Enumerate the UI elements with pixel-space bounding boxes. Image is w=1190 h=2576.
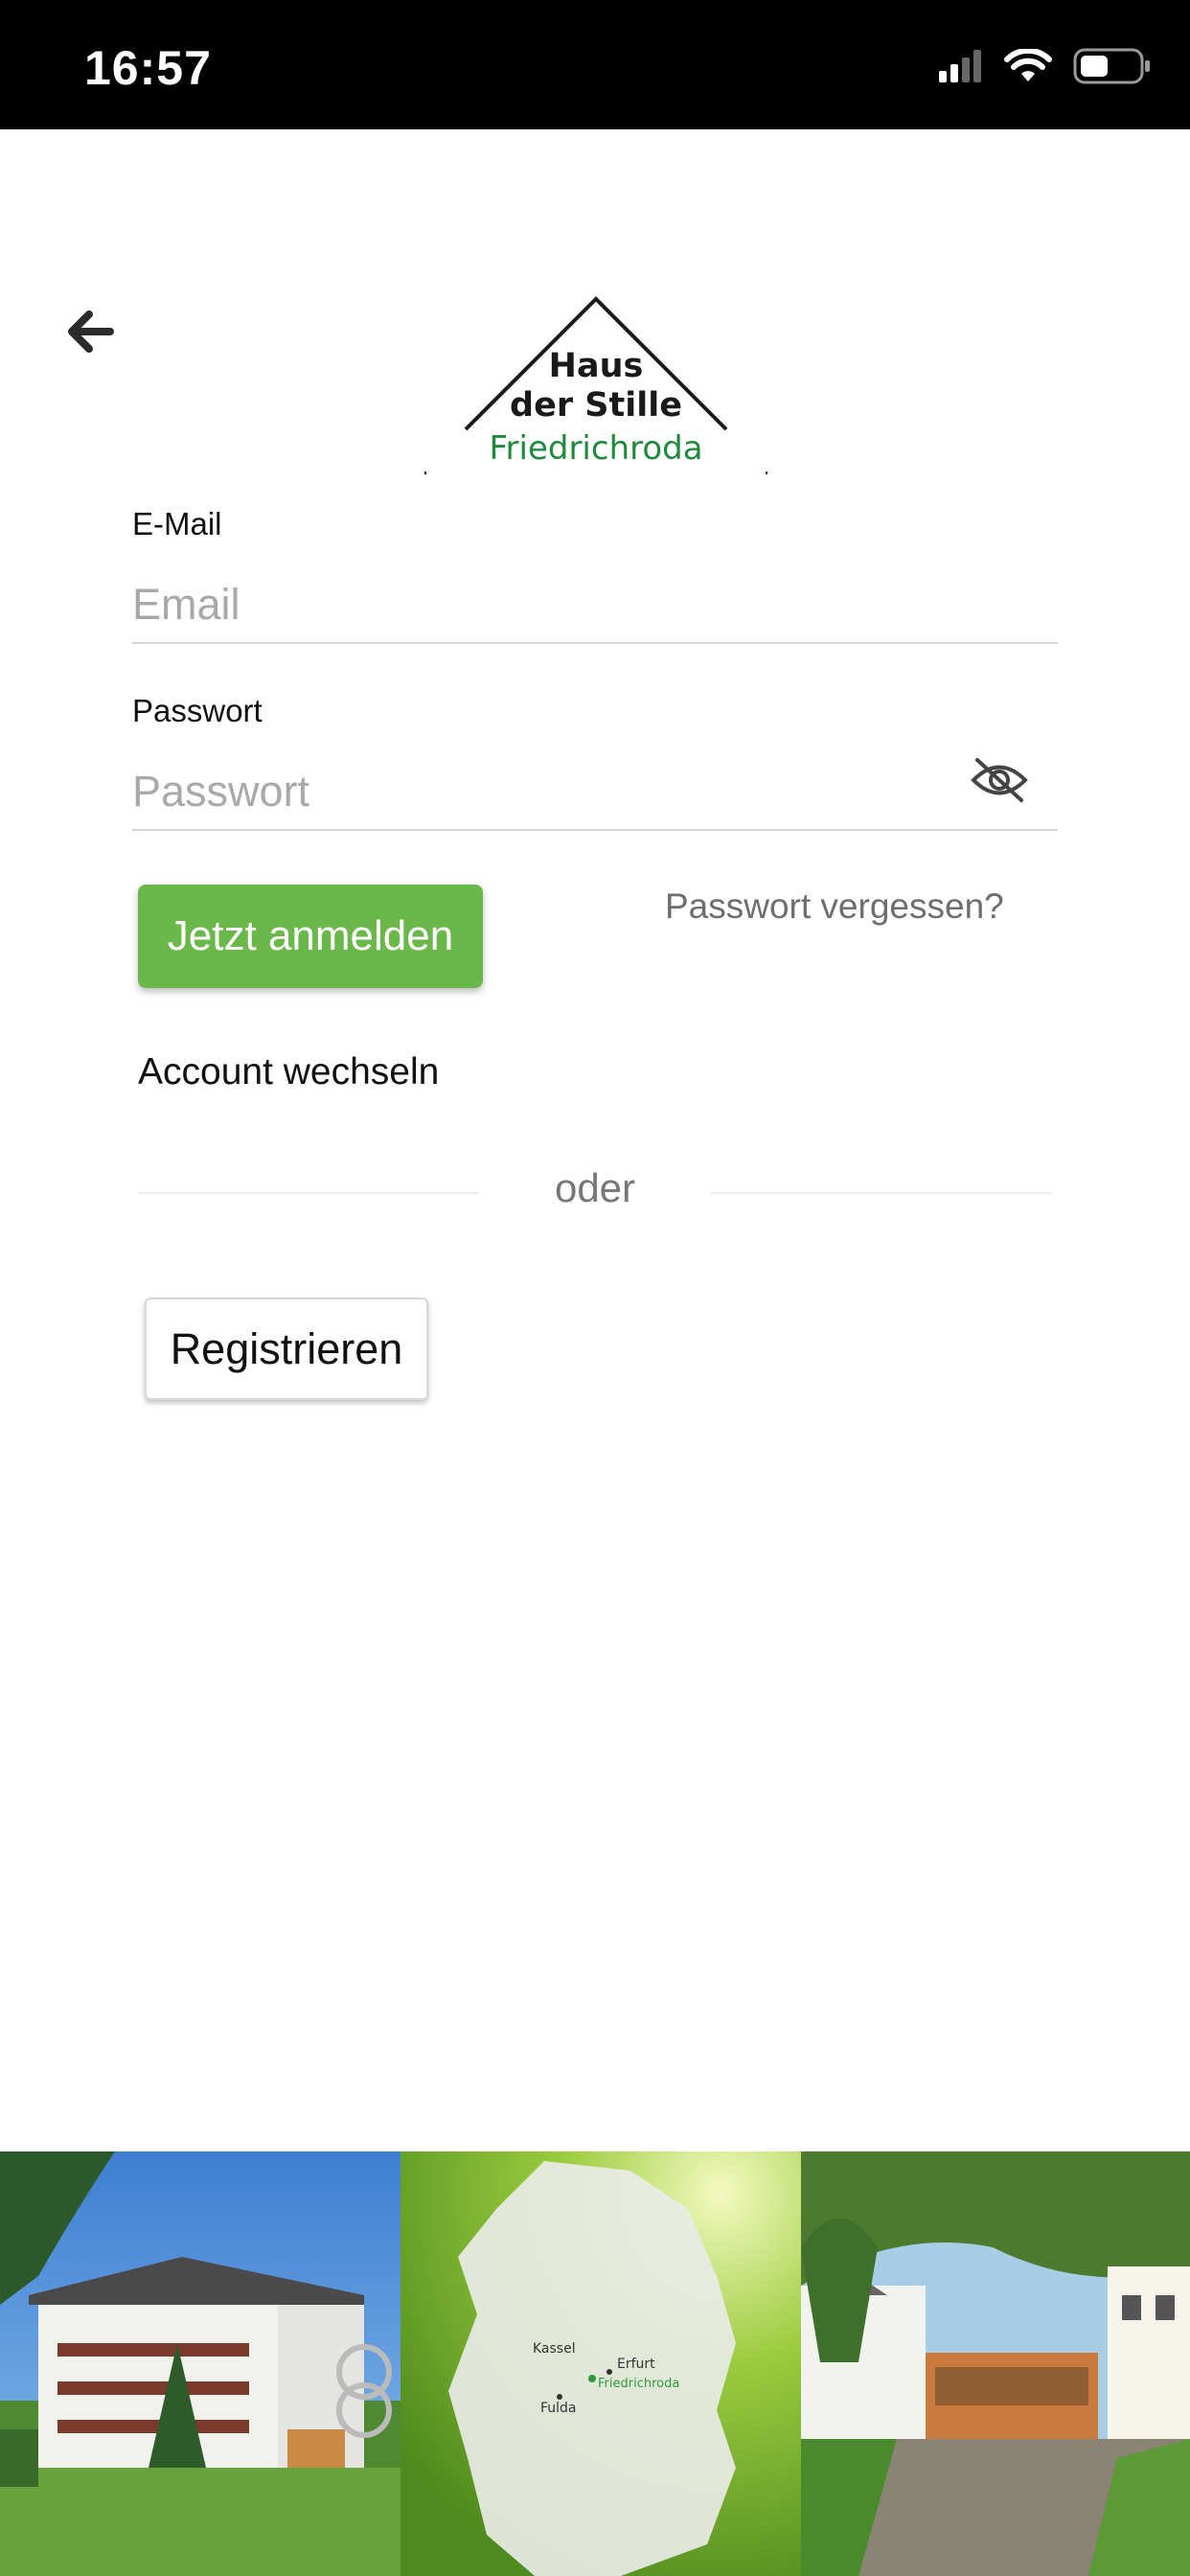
switch-account-link[interactable]: Account wechseln	[138, 1051, 439, 1093]
back-button[interactable]	[56, 300, 123, 367]
status-time: 16:57	[84, 41, 212, 95]
house-photo	[0, 2151, 400, 2576]
divider-line-right	[711, 1192, 1052, 1194]
password-visibility-toggle[interactable]	[968, 750, 1031, 814]
status-bar: 16:57	[0, 0, 1190, 129]
wifi-icon	[1004, 47, 1052, 87]
photo-strip: Kassel Erfurt Friedrichroda Fulda	[0, 2151, 1190, 2576]
battery-icon	[1073, 48, 1152, 88]
status-icons	[939, 47, 1152, 88]
logo-text-location: Friedrichroda	[489, 429, 703, 468]
map-city-kassel: Kassel	[533, 2341, 576, 2357]
divider-line-left	[138, 1192, 479, 1194]
password-label: Passwort	[132, 693, 263, 728]
map-city-friedrichroda: Friedrichroda	[598, 2377, 679, 2391]
logo-text-der-stille: der Stille	[510, 386, 682, 425]
arrow-left-icon	[64, 309, 114, 358]
divider-text: oder	[554, 1165, 636, 1210]
forgot-password-link[interactable]: Passwort vergessen?	[665, 886, 1004, 927]
signal-icon	[939, 50, 983, 86]
login-button[interactable]: Jetzt anmelden	[138, 885, 483, 988]
logo-text-haus: Haus	[548, 347, 644, 385]
map-city-fulda: Fulda	[540, 2401, 577, 2416]
email-label: E-Mail	[132, 506, 222, 541]
courtyard-photo	[801, 2151, 1190, 2576]
map-photo: Kassel Erfurt Friedrichroda Fulda	[400, 2151, 801, 2576]
password-field[interactable]	[132, 754, 1058, 831]
logo: Haus der Stille Friedrichroda	[418, 288, 774, 479]
map-city-erfurt: Erfurt	[617, 2357, 655, 2372]
register-button[interactable]: Registrieren	[145, 1298, 428, 1400]
eye-slash-icon	[970, 756, 1029, 808]
email-field[interactable]	[132, 567, 1058, 644]
